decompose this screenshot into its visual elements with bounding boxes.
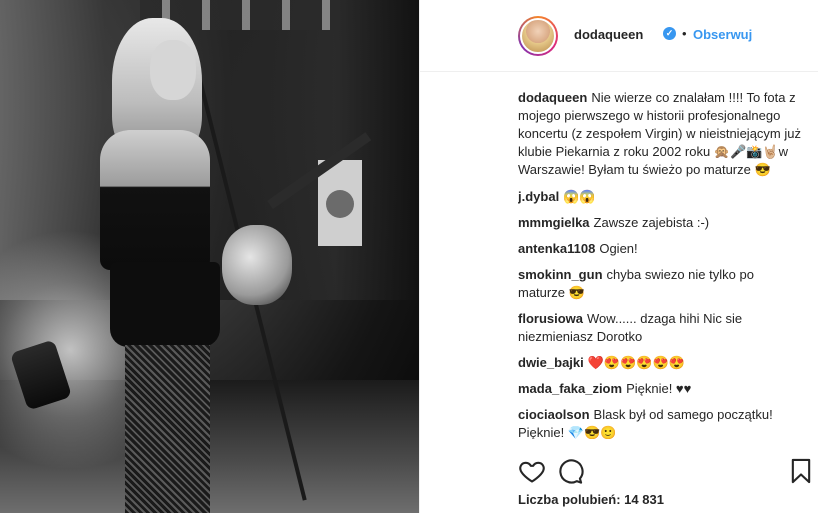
likes-count[interactable]: Liczba polubień: 14 831: [518, 492, 664, 507]
comment-text: 😱😱: [563, 189, 596, 204]
comment-item: smokinn_gun chyba swiezo nie tylko po mat…: [518, 266, 803, 302]
instagram-post: dodaqueen ✓ • Obserwuj dodaqueen Nie wier…: [0, 0, 818, 513]
photo-singer-legs: [125, 345, 210, 513]
header-separator: •: [682, 26, 687, 41]
comment-item: ciociaolson Blask był od samego początku!…: [518, 406, 803, 439]
post-actions: [518, 451, 814, 491]
comment-username[interactable]: mmmgielka: [518, 215, 590, 230]
heart-icon[interactable]: [518, 457, 546, 485]
comment-item: mada_faka_ziom Pięknie! ♥♥: [518, 380, 803, 398]
comment-text: Zawsze zajebista :-): [593, 215, 710, 230]
avatar-image: [520, 18, 556, 54]
comments-list[interactable]: dodaqueen Nie wierze co znalałam !!!! To …: [518, 89, 803, 439]
comment-bubble-icon[interactable]: [556, 457, 584, 485]
comment-item: mmmgielka Zawsze zajebista :-): [518, 214, 803, 232]
comment-item: antenka1108 Ogien!: [518, 240, 803, 258]
comment-item: florusiowa Wow...... dzaga hihi Nic sie n…: [518, 310, 803, 346]
photo-singer-skirt: [110, 262, 220, 347]
comment-item: j.dybal 😱😱: [518, 188, 803, 206]
comment-item: dwie_bajki ❤️😍😍😍😍😍: [518, 354, 803, 372]
comment-text: Pięknie! ♥♥: [626, 381, 692, 396]
bookmark-icon[interactable]: [787, 457, 815, 485]
post-side-panel: dodaqueen ✓ • Obserwuj dodaqueen Nie wier…: [419, 0, 818, 513]
photo-guitar: [222, 225, 292, 305]
comment-username[interactable]: antenka1108: [518, 241, 595, 256]
comment-username[interactable]: smokinn_gun: [518, 267, 603, 282]
comment-username[interactable]: dwie_bajki: [518, 355, 584, 370]
comment-username[interactable]: mada_faka_ziom: [518, 381, 622, 396]
photo-singer-body: [100, 130, 210, 270]
comment-username[interactable]: ciociaolson: [518, 407, 590, 422]
photo-singer-face: [150, 40, 196, 100]
verified-badge-icon: ✓: [663, 27, 676, 40]
photo-poster: [318, 160, 362, 246]
comment-text: ❤️😍😍😍😍😍: [587, 355, 685, 370]
comment-username[interactable]: j.dybal: [518, 189, 559, 204]
caption-username[interactable]: dodaqueen: [518, 90, 587, 105]
post-header: dodaqueen ✓ • Obserwuj: [420, 0, 818, 72]
follow-button[interactable]: Obserwuj: [693, 27, 752, 42]
comment-text: Ogien!: [599, 241, 638, 256]
post-photo[interactable]: [0, 0, 419, 513]
header-username[interactable]: dodaqueen: [574, 27, 643, 42]
avatar[interactable]: [518, 16, 558, 56]
comment-username[interactable]: florusiowa: [518, 311, 583, 326]
post-caption: dodaqueen Nie wierze co znalałam !!!! To …: [518, 89, 803, 179]
